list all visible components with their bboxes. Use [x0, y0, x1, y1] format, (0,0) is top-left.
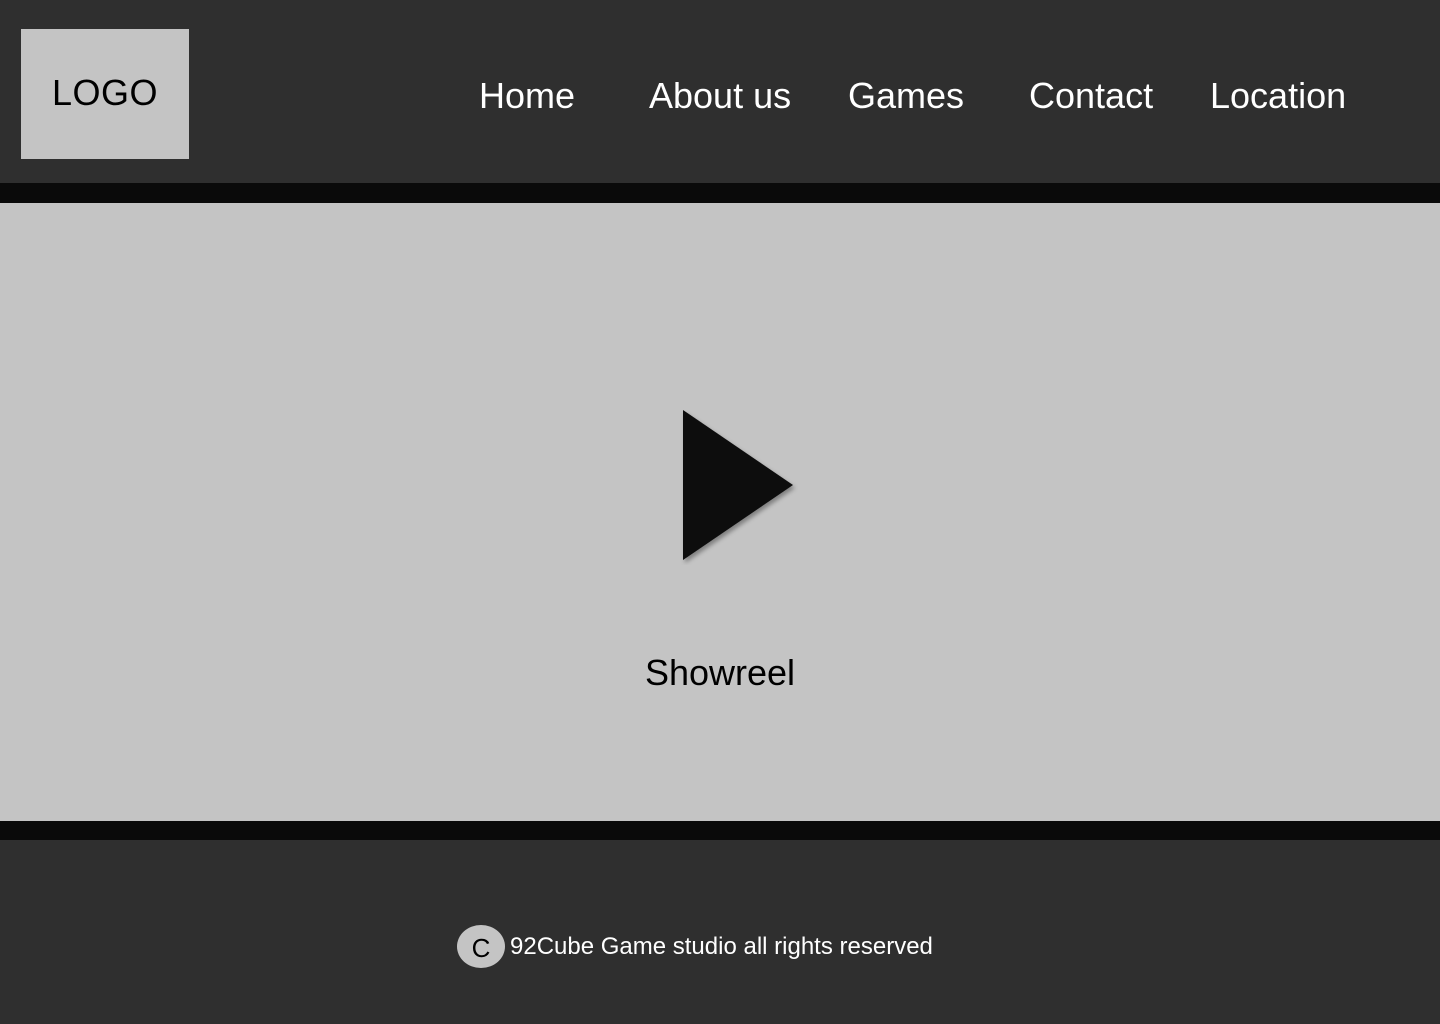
- copyright-symbol: C: [471, 933, 491, 963]
- site-header: LOGO Home About us Games Contact Locatio…: [0, 0, 1440, 183]
- nav-location-link[interactable]: Location: [1210, 72, 1346, 120]
- header-divider: [0, 183, 1440, 203]
- nav-contact-link[interactable]: Contact: [1029, 72, 1153, 120]
- footer-divider: [0, 821, 1440, 840]
- copyright-icon: C: [457, 925, 505, 968]
- nav-about-link[interactable]: About us: [649, 72, 791, 120]
- page: LOGO Home About us Games Contact Locatio…: [0, 0, 1440, 1024]
- nav-games-link[interactable]: Games: [848, 72, 964, 120]
- nav-home-link[interactable]: Home: [479, 72, 575, 120]
- showreel-caption: Showreel: [644, 652, 796, 693]
- copyright-text: 92Cube Game studio all rights reserved: [510, 933, 933, 960]
- logo[interactable]: LOGO: [21, 29, 189, 159]
- logo-text: LOGO: [51, 72, 159, 113]
- play-icon[interactable]: [680, 405, 800, 565]
